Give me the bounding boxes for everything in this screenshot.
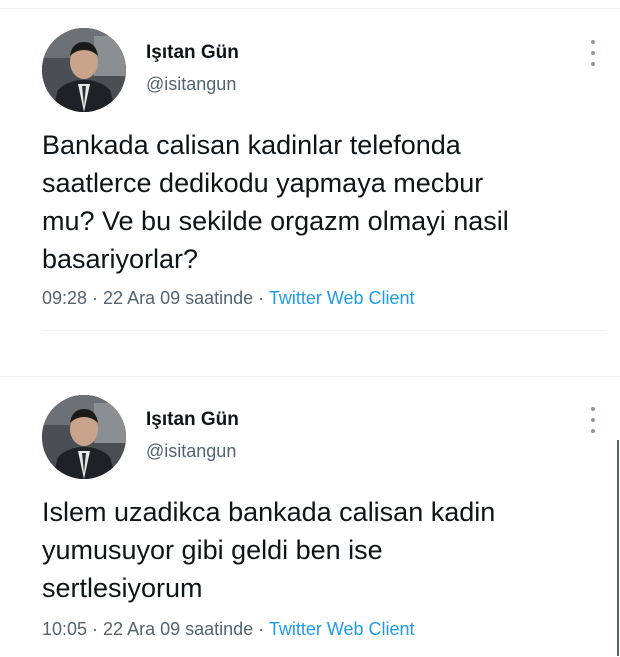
tweet-text: Islem uzadikca bankada calisan kadin yum… bbox=[42, 493, 602, 607]
tweet-text-line: yumusuyor gibi geldi ben ise bbox=[42, 535, 383, 565]
tweet-text-line: mu? Ve bu sekilde orgazm olmayi nasil bbox=[42, 206, 509, 236]
author-name[interactable]: Işıtan Gün bbox=[146, 409, 239, 431]
author-handle[interactable]: @isitangun bbox=[146, 441, 236, 462]
tweet-text-line: saatlerce dedikodu yapmaya mecbur bbox=[42, 168, 484, 198]
tweet-meta: 09:28 · 22 Ara 09 saatinde · Twitter Web… bbox=[42, 288, 415, 309]
tweet-client-link[interactable]: Twitter Web Client bbox=[269, 619, 415, 639]
scrollbar[interactable] bbox=[617, 440, 619, 656]
avatar[interactable] bbox=[42, 395, 126, 479]
tweet-text-line: basariyorlar? bbox=[42, 244, 199, 274]
divider bbox=[42, 330, 606, 331]
vertical-ellipsis-icon[interactable] bbox=[588, 40, 598, 66]
tweet-timestamp[interactable]: 09:28 · 22 Ara 09 saatinde · bbox=[42, 288, 269, 308]
tweet-text-line: Islem uzadikca bankada calisan kadin bbox=[42, 497, 496, 527]
author-name[interactable]: Işıtan Gün bbox=[146, 42, 239, 64]
tweet-card[interactable]: Işıtan Gün @isitangun Bankada calisan ka… bbox=[0, 10, 620, 350]
tweet-card[interactable]: Işıtan Gün @isitangun Islem uzadikca ban… bbox=[0, 376, 620, 657]
tweet-client-link[interactable]: Twitter Web Client bbox=[269, 288, 415, 308]
tweet-text: Bankada calisan kadinlar telefonda saatl… bbox=[42, 126, 602, 278]
tweet-timestamp[interactable]: 10:05 · 22 Ara 09 saatinde · bbox=[42, 619, 269, 639]
tweet-text-line: sertlesiyorum bbox=[42, 573, 203, 603]
top-divider bbox=[0, 8, 620, 9]
tweet-text-line: Bankada calisan kadinlar telefonda bbox=[42, 130, 461, 160]
vertical-ellipsis-icon[interactable] bbox=[588, 407, 598, 433]
avatar[interactable] bbox=[42, 28, 126, 112]
tweet-meta: 10:05 · 22 Ara 09 saatinde · Twitter Web… bbox=[42, 619, 415, 640]
author-handle[interactable]: @isitangun bbox=[146, 74, 236, 95]
